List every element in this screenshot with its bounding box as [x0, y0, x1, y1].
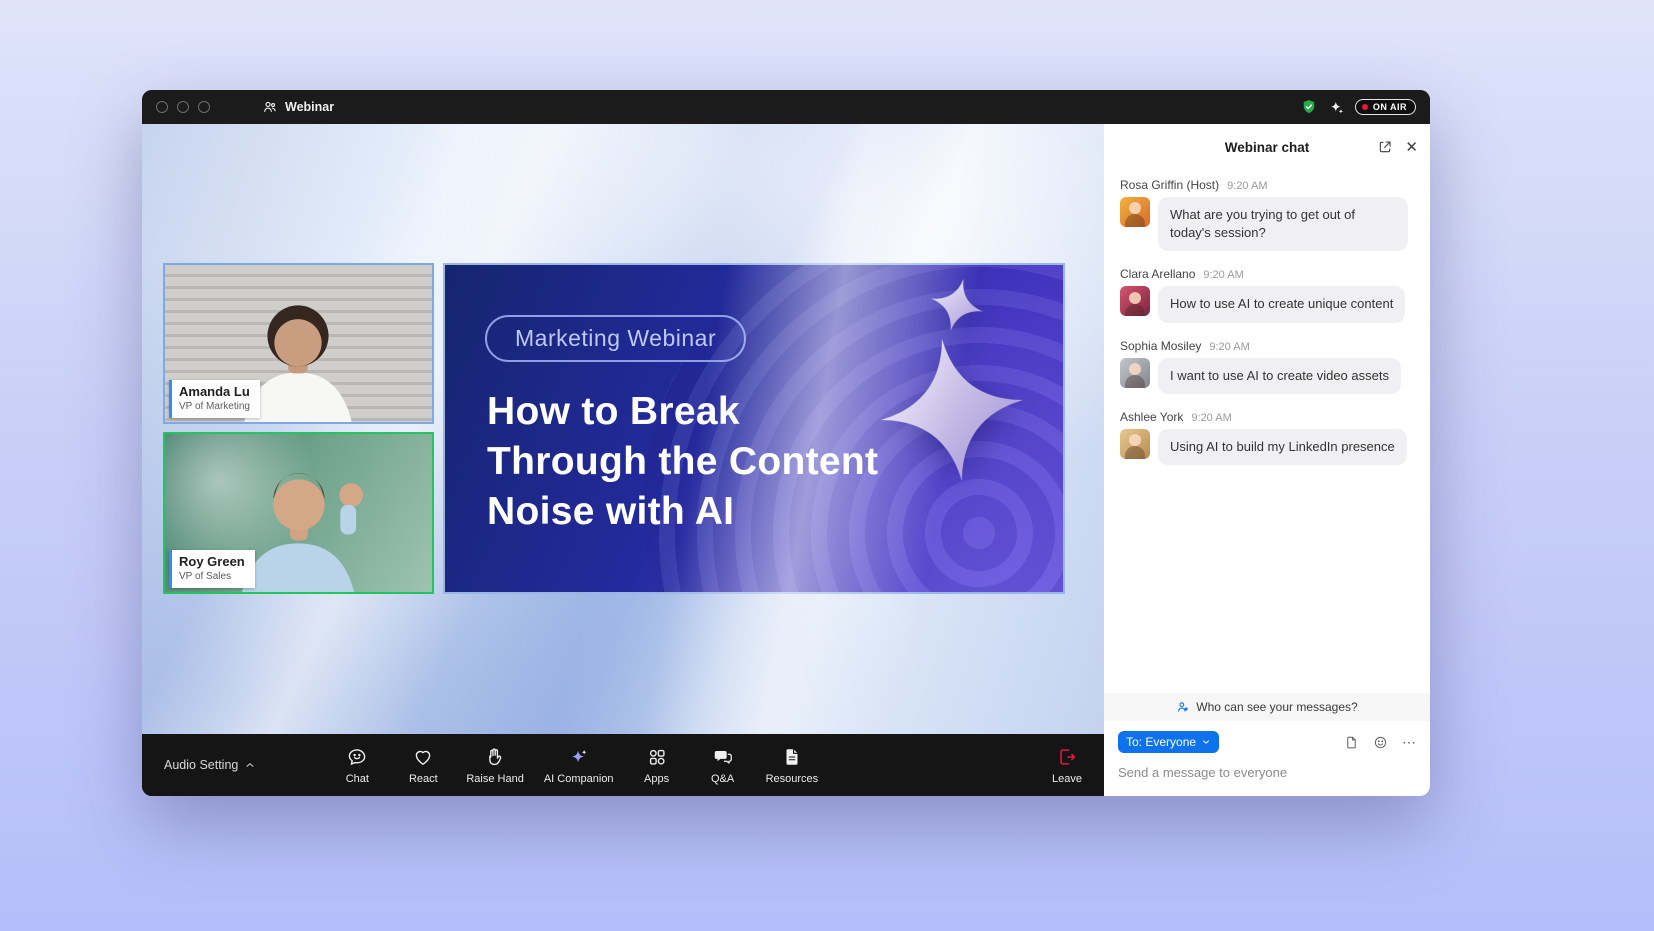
- apps-icon: [646, 745, 668, 769]
- raise-hand-button-label: Raise Hand: [466, 773, 523, 785]
- close-icon[interactable]: ✕: [1405, 138, 1418, 156]
- message-input[interactable]: [1118, 765, 1416, 780]
- window-zoom-button[interactable]: [198, 101, 210, 113]
- chat-message: Rosa Griffin (Host) 9:20 AM What are you…: [1120, 178, 1414, 251]
- message-time: 9:20 AM: [1203, 269, 1243, 281]
- slide-badge: Marketing Webinar: [485, 315, 746, 362]
- message-bubble: I want to use AI to create video assets: [1158, 358, 1401, 394]
- message-sender: Ashlee York: [1120, 410, 1183, 424]
- popout-icon[interactable]: [1377, 139, 1393, 155]
- shared-slide: Marketing Webinar How to Break Through t…: [443, 263, 1065, 594]
- react-button[interactable]: React: [400, 745, 446, 785]
- chat-icon: [346, 745, 368, 769]
- on-air-label: ON AIR: [1373, 102, 1407, 112]
- chat-message-list[interactable]: Rosa Griffin (Host) 9:20 AM What are you…: [1104, 170, 1430, 693]
- chat-compose-area: To: Everyone: [1104, 721, 1430, 796]
- speaker-role: VP of Sales: [179, 570, 245, 583]
- message-time: 9:20 AM: [1227, 180, 1267, 192]
- leave-button-label: Leave: [1052, 773, 1082, 785]
- recipient-selector[interactable]: To: Everyone: [1118, 731, 1219, 753]
- window-controls: [156, 101, 210, 113]
- chat-header: Webinar chat ✕: [1104, 124, 1430, 170]
- chat-message: Ashlee York 9:20 AM Using AI to build my…: [1120, 410, 1414, 465]
- chat-message: Clara Arellano 9:20 AM How to use AI to …: [1120, 267, 1414, 322]
- video-tile-roy[interactable]: Roy Green VP of Sales: [163, 432, 434, 594]
- heart-icon: [412, 745, 434, 769]
- avatar: [1120, 358, 1150, 388]
- message-time: 9:20 AM: [1191, 412, 1231, 424]
- audio-setting-button[interactable]: Audio Setting: [164, 758, 256, 772]
- sparkle-shape-small: [923, 271, 991, 339]
- toolbar-button-group: Chat React: [334, 745, 818, 785]
- message-bubble: Using AI to build my LinkedIn presence: [1158, 429, 1407, 465]
- window-title: Webinar: [285, 100, 334, 114]
- resources-button-label: Resources: [766, 773, 819, 785]
- attach-file-icon[interactable]: [1344, 735, 1359, 750]
- resources-button[interactable]: Resources: [766, 745, 819, 785]
- on-air-badge: ON AIR: [1355, 99, 1416, 115]
- window-titlebar: Webinar ON AIR: [142, 90, 1430, 124]
- apps-button[interactable]: Apps: [634, 745, 680, 785]
- meeting-toolbar: Audio Setting Ch: [142, 734, 1104, 796]
- name-tag-amanda: Amanda Lu VP of Marketing: [169, 380, 260, 418]
- message-time: 9:20 AM: [1209, 341, 1249, 353]
- message-bubble: How to use AI to create unique content: [1158, 286, 1405, 322]
- message-sender: Sophia Mosiley: [1120, 339, 1201, 353]
- window-title-group: Webinar: [262, 99, 334, 115]
- leave-button[interactable]: Leave: [1052, 745, 1082, 785]
- audio-setting-label: Audio Setting: [164, 758, 238, 772]
- participants-icon: [262, 99, 278, 115]
- raise-hand-icon: [484, 745, 506, 769]
- webinar-chat-panel: Webinar chat ✕ Rosa Griffin (Host): [1104, 124, 1430, 796]
- chevron-up-icon: [244, 759, 256, 771]
- avatar: [1120, 429, 1150, 459]
- more-options-icon[interactable]: ⋯: [1402, 734, 1416, 751]
- security-shield-icon[interactable]: [1300, 98, 1318, 116]
- webinar-stage: Amanda Lu VP of Marketing: [142, 124, 1104, 734]
- chat-message: Sophia Mosiley 9:20 AM I want to use AI …: [1120, 339, 1414, 394]
- qa-button-label: Q&A: [711, 773, 734, 785]
- on-air-dot: [1362, 104, 1368, 110]
- speaker-name: Roy Green: [179, 554, 245, 570]
- apps-button-label: Apps: [644, 773, 669, 785]
- privacy-notice[interactable]: Who can see your messages?: [1104, 693, 1430, 721]
- chat-button-label: Chat: [346, 773, 369, 785]
- chevron-down-icon: [1201, 737, 1211, 747]
- message-sender: Rosa Griffin (Host): [1120, 178, 1219, 192]
- react-button-label: React: [409, 773, 438, 785]
- resources-icon: [781, 745, 803, 769]
- window-minimize-button[interactable]: [177, 101, 189, 113]
- raise-hand-button[interactable]: Raise Hand: [466, 745, 523, 785]
- ai-companion-button[interactable]: AI Companion: [544, 745, 614, 785]
- video-tile-amanda[interactable]: Amanda Lu VP of Marketing: [163, 263, 434, 424]
- leave-icon: [1056, 745, 1078, 769]
- emoji-icon[interactable]: [1373, 735, 1388, 750]
- message-sender: Clara Arellano: [1120, 267, 1195, 281]
- sparkle-shape-large: [867, 325, 1036, 494]
- avatar: [1120, 197, 1150, 227]
- qa-icon: [712, 745, 734, 769]
- chat-button[interactable]: Chat: [334, 745, 380, 785]
- titlebar-status-icons: ON AIR: [1300, 98, 1416, 116]
- privacy-notice-text: Who can see your messages?: [1196, 700, 1357, 714]
- slide-title: How to Break Through the Content Noise w…: [487, 387, 878, 537]
- ai-companion-icon: [568, 745, 590, 769]
- ai-sparkle-icon[interactable]: [1328, 99, 1345, 116]
- recipient-selector-label: To: Everyone: [1126, 735, 1196, 749]
- name-tag-roy: Roy Green VP of Sales: [169, 550, 255, 588]
- ai-companion-button-label: AI Companion: [544, 773, 614, 785]
- qa-button[interactable]: Q&A: [700, 745, 746, 785]
- message-bubble: What are you trying to get out of today'…: [1158, 197, 1408, 251]
- avatar: [1120, 286, 1150, 316]
- window-close-button[interactable]: [156, 101, 168, 113]
- webinar-window: Webinar ON AIR: [142, 90, 1430, 796]
- speaker-role: VP of Marketing: [179, 400, 250, 413]
- chat-panel-title: Webinar chat: [1225, 140, 1310, 155]
- speaker-name: Amanda Lu: [179, 384, 250, 400]
- privacy-person-icon: [1176, 700, 1190, 714]
